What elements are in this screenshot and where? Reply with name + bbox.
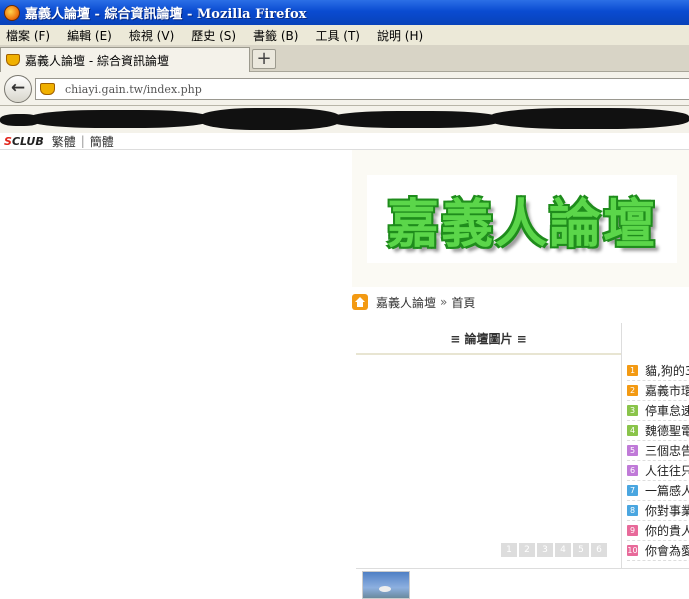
breadcrumb: 嘉義人論壇 » 首頁 [352, 292, 475, 312]
thread-title-link[interactable]: 三個忠告 [645, 442, 689, 459]
list-item[interactable]: 5 三個忠告 [627, 441, 689, 461]
column-divider [621, 323, 622, 568]
site-favicon-icon [6, 54, 20, 66]
menu-file[interactable]: 檔案 (F) [6, 27, 50, 44]
menu-edit[interactable]: 編輯 (E) [67, 27, 112, 44]
forum-logo-text: 嘉義人論壇 [386, 193, 657, 255]
url-bar[interactable]: chiayi.gain.tw/index.php [35, 78, 689, 100]
pager-3[interactable]: 3 [537, 543, 553, 557]
pager-6[interactable]: 6 [591, 543, 607, 557]
menu-bookmarks[interactable]: 書籤 (B) [253, 27, 298, 44]
list-item[interactable]: 8 你對事業 [627, 501, 689, 521]
forum-page: 嘉義人論壇 嘉義人論壇 » 首頁 ≡ 論壇圖片 ≡ 1 2 3 4 5 6 1貓… [352, 150, 689, 599]
site-identity-icon[interactable] [40, 83, 55, 95]
sclub-bar: SCLUB 繁體 | 簡體 [0, 133, 689, 150]
rank-badge: 8 [627, 505, 638, 516]
breadcrumb-arrow: » [440, 295, 448, 309]
rank-badge: 10 [627, 545, 638, 556]
list-item[interactable]: 3 停車怠速 [627, 401, 689, 421]
thread-title-link[interactable]: 你對事業 [645, 502, 689, 519]
thread-title-link[interactable]: 你的貴人 [645, 522, 689, 539]
redacted-bookmarks-strip [0, 106, 689, 133]
url-text: chiayi.gain.tw/index.php [65, 82, 202, 96]
back-button[interactable]: ← [4, 75, 32, 103]
list-item[interactable]: 4 魏德聖電 [627, 421, 689, 441]
tab-label: 嘉義人論壇 - 綜合資訊論壇 [25, 53, 169, 68]
menu-history[interactable]: 歷史 (S) [191, 27, 236, 44]
pager-5[interactable]: 5 [573, 543, 589, 557]
firefox-icon [4, 4, 20, 21]
tab-active[interactable]: 嘉義人論壇 - 綜合資訊論壇 [0, 47, 250, 72]
pager-2[interactable]: 2 [519, 543, 535, 557]
navigation-toolbar: ← chiayi.gain.tw/index.php [0, 72, 689, 106]
new-tab-button[interactable]: + [252, 49, 276, 69]
window-titlebar: 嘉義人論壇 - 綜合資訊論壇 - Mozilla Firefox [0, 0, 689, 25]
rank-badge: 3 [627, 405, 638, 416]
list-item[interactable]: 7 一篇感人 [627, 481, 689, 501]
thread-title-link[interactable]: 你會為愛 [645, 542, 689, 559]
rank-badge: 6 [627, 465, 638, 476]
list-item[interactable]: 9 你的貴人 [627, 521, 689, 541]
thread-title-link[interactable]: 一篇感人 [645, 482, 689, 499]
rank-badge: 2 [627, 385, 638, 396]
rank-badge: 9 [627, 525, 638, 536]
pictures-heading: ≡ 論壇圖片 ≡ [356, 323, 621, 355]
rank-badge: 4 [627, 425, 638, 436]
thread-title-link[interactable]: 人往往只 [645, 462, 689, 479]
list-item[interactable]: 2 嘉義市環 [627, 381, 689, 401]
traditional-link[interactable]: 繁體 [52, 133, 76, 150]
breadcrumb-home[interactable]: 嘉義人論壇 [376, 294, 436, 311]
section-divider [356, 568, 689, 569]
pager-1[interactable]: 1 [501, 543, 517, 557]
thread-list: 1 貓,狗的3 2 嘉義市環 3 停車怠速 4 魏德聖電 5 三個忠告 6 人往往只 7 一篇感人 8 你對事… [627, 361, 689, 561]
picture-thumbnail[interactable] [362, 571, 410, 599]
sclub-logo[interactable]: SCLUB [4, 135, 44, 148]
pager-4[interactable]: 4 [555, 543, 571, 557]
breadcrumb-current: 首頁 [451, 295, 476, 310]
home-icon[interactable] [352, 294, 368, 310]
picture-pager: 1 2 3 4 5 6 [501, 543, 609, 557]
menu-tools[interactable]: 工具 (T) [315, 27, 360, 44]
tab-bar: 嘉義人論壇 - 綜合資訊論壇 [0, 45, 689, 72]
thread-title-link[interactable]: 停車怠速 [645, 402, 689, 419]
forum-logo[interactable]: 嘉義人論壇 [367, 175, 677, 263]
thread-title-link[interactable]: 魏德聖電 [645, 422, 689, 439]
rank-badge: 5 [627, 445, 638, 456]
menu-bar: 檔案 (F) 編輯 (E) 檢視 (V) 歷史 (S) 書籤 (B) 工具 (T… [0, 25, 689, 45]
menu-help[interactable]: 說明 (H) [377, 27, 423, 44]
thread-title-link[interactable]: 嘉義市環 [645, 382, 689, 399]
rank-badge: 1 [627, 365, 638, 376]
rank-badge: 7 [627, 485, 638, 496]
thread-title-link[interactable]: 貓,狗的3 [645, 362, 689, 379]
menu-view[interactable]: 檢視 (V) [129, 27, 174, 44]
simplified-link[interactable]: 簡體 [90, 133, 114, 150]
list-item[interactable]: 6 人往往只 [627, 461, 689, 481]
lang-separator: | [80, 134, 85, 148]
list-item[interactable]: 10 你會為愛 [627, 541, 689, 561]
list-item[interactable]: 1 貓,狗的3 [627, 361, 689, 381]
window-title: 嘉義人論壇 - 綜合資訊論壇 - Mozilla Firefox [25, 7, 307, 22]
